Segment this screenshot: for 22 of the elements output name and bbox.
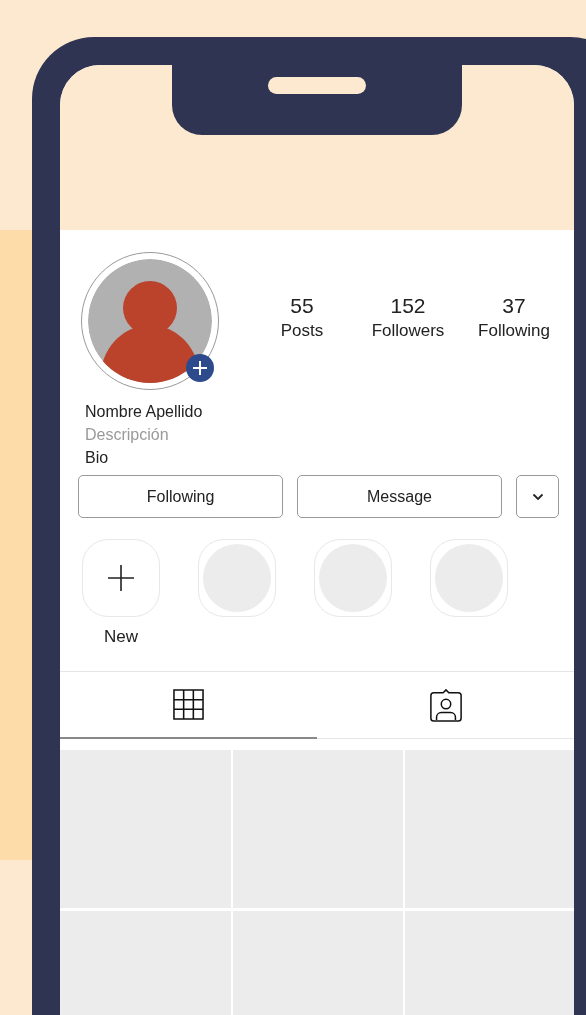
grid-icon	[173, 689, 204, 720]
chevron-down-icon	[531, 492, 544, 501]
avatar-icon	[81, 252, 219, 390]
stat-count: 152	[390, 293, 426, 319]
profile-description: Descripción	[85, 425, 170, 445]
dropdown-button[interactable]	[516, 475, 559, 518]
stat-label: Following	[478, 320, 550, 342]
stat-label: Posts	[280, 320, 324, 342]
new-highlight-button[interactable]	[82, 539, 160, 617]
post-placeholder[interactable]	[60, 749, 231, 908]
profile-bio: Bio	[85, 448, 110, 468]
following-button[interactable]: Following	[78, 475, 283, 518]
stat-count: 55	[290, 293, 314, 319]
plus-icon	[108, 565, 134, 591]
message-button[interactable]: Message	[297, 475, 502, 518]
add-icon[interactable]	[186, 354, 214, 382]
post-placeholder[interactable]	[405, 749, 574, 908]
stat-label: Followers	[371, 320, 445, 342]
tagged-person-icon	[428, 687, 463, 722]
stat-count: 37	[502, 293, 526, 319]
profile-name: Nombre Apellido	[85, 402, 204, 422]
highlight-label: New	[104, 627, 138, 647]
